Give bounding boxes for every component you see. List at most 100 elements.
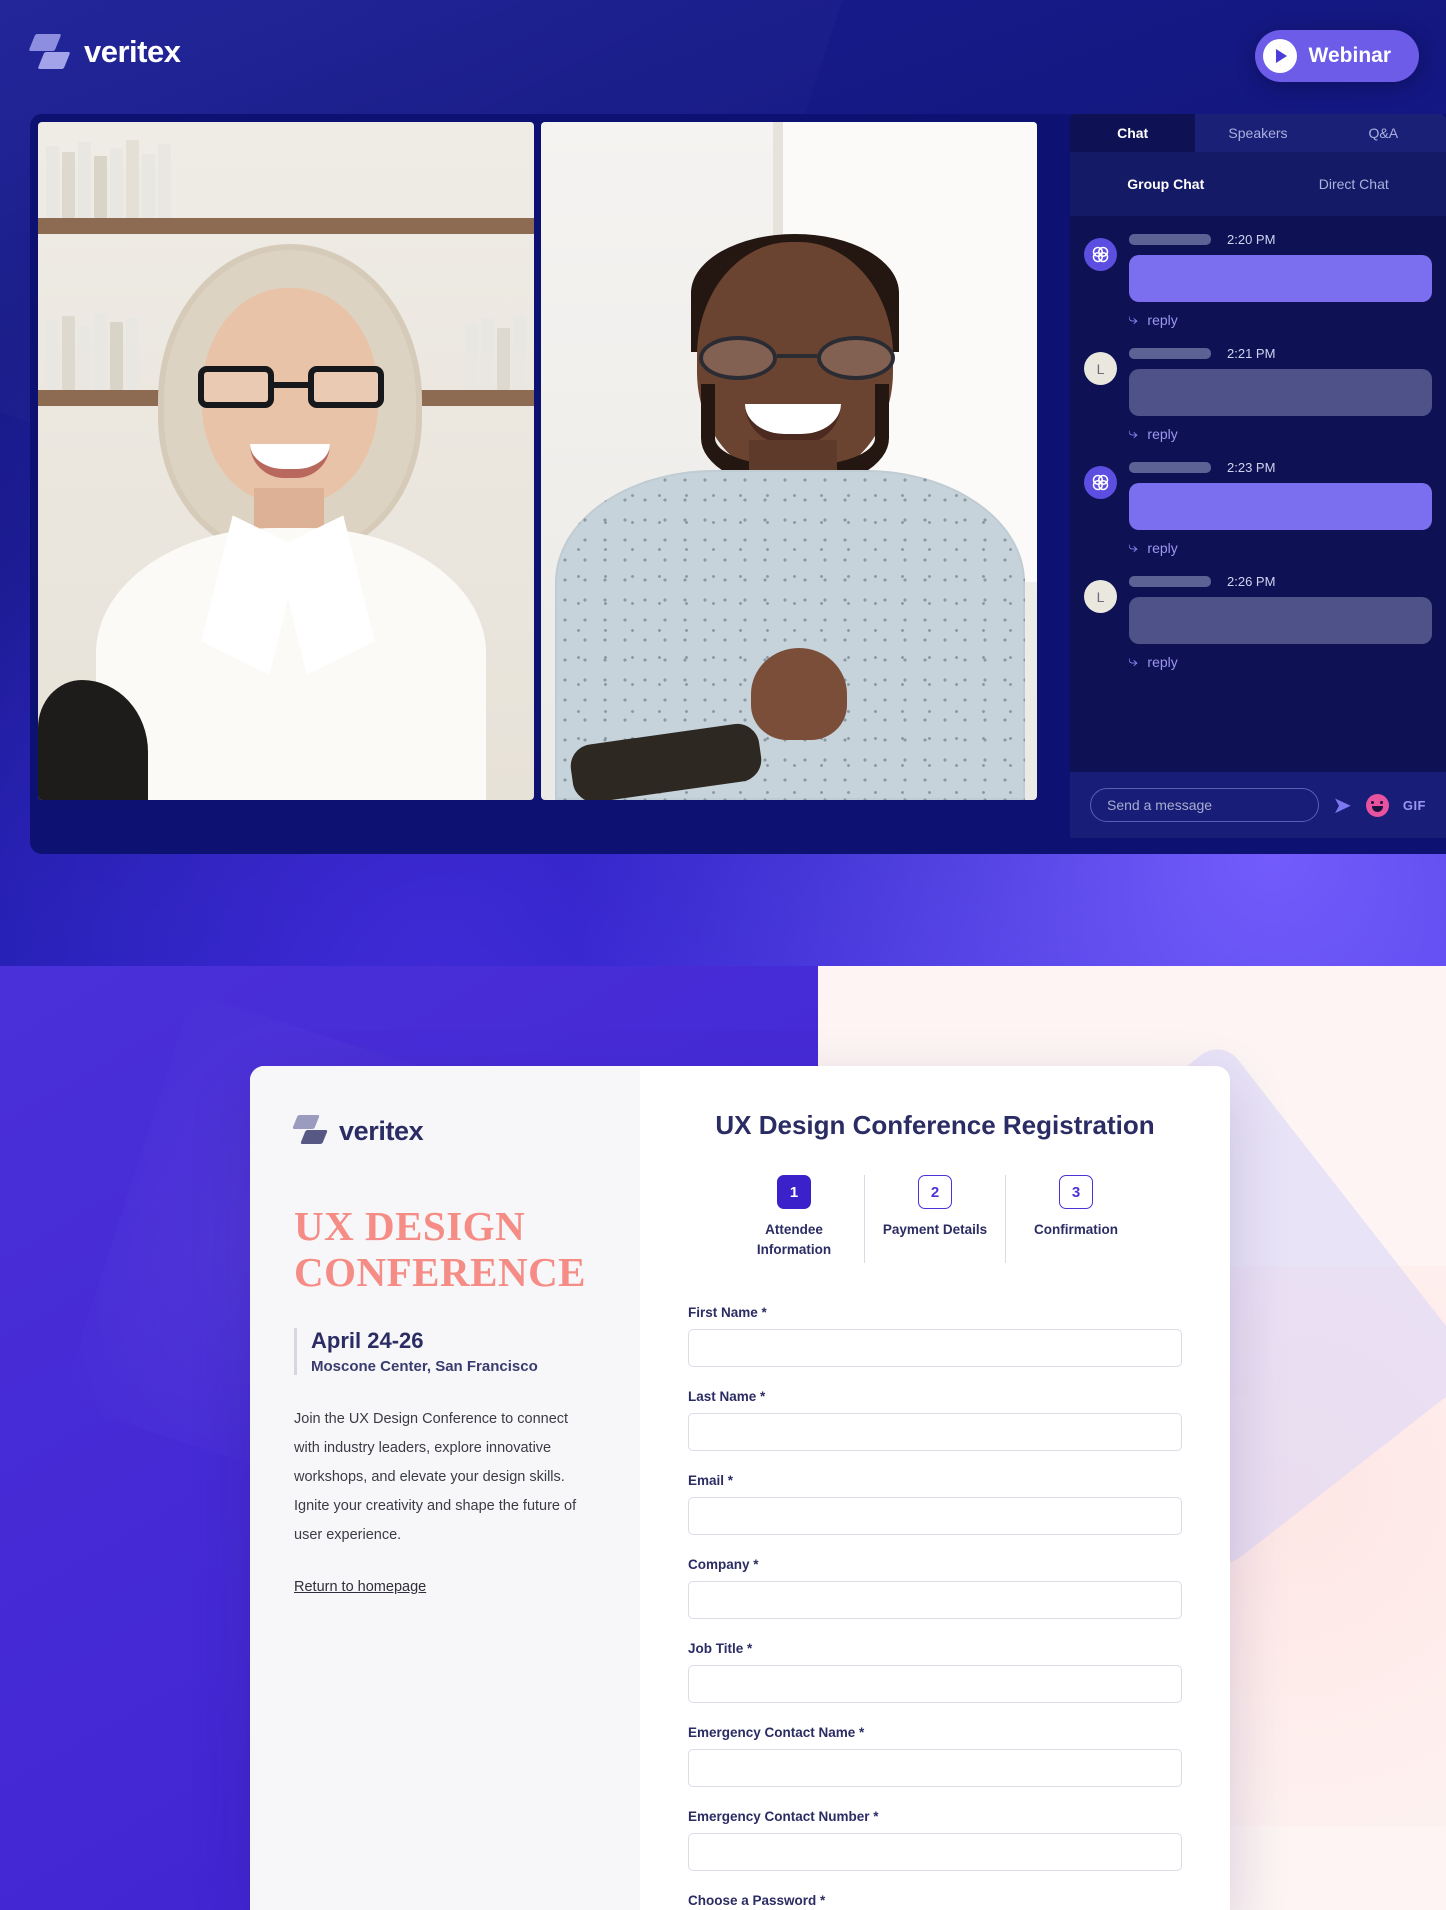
registration-brand-name: veritex — [339, 1115, 424, 1146]
step-divider — [864, 1175, 865, 1263]
step-label: Confirmation — [1034, 1222, 1118, 1237]
brand-name: veritex — [84, 34, 181, 69]
play-icon — [1262, 39, 1297, 73]
first-name-input[interactable] — [688, 1329, 1182, 1367]
email-input[interactable] — [688, 1497, 1182, 1535]
sender-name-placeholder — [1129, 348, 1211, 359]
message-time: 2:23 PM — [1227, 460, 1276, 475]
step-payment-details[interactable]: 2 Payment Details — [869, 1175, 1001, 1240]
chat-tabs: Chat Speakers Q&A — [1070, 114, 1446, 152]
registration-form-panel: UX Design Conference Registration 1 Atte… — [640, 1066, 1230, 1910]
field-label: Email * — [688, 1473, 734, 1488]
tab-chat-label: Chat — [1117, 125, 1149, 141]
form-title: UX Design Conference Registration — [715, 1110, 1155, 1140]
event-title: UX DESIGN CONFERENCE — [294, 1203, 587, 1295]
tab-qa[interactable]: Q&A — [1320, 114, 1446, 152]
tab-speakers[interactable]: Speakers — [1195, 114, 1321, 152]
field-company: Company * — [688, 1557, 1182, 1619]
tab-speakers-label: Speakers — [1228, 125, 1288, 141]
step-attendee-information[interactable]: 1 Attendee Information — [728, 1175, 860, 1259]
field-email: Email * — [688, 1473, 1182, 1535]
return-to-homepage-link[interactable]: Return to homepage — [294, 1579, 426, 1595]
avatar-badge-icon — [1084, 238, 1117, 271]
reply-label: reply — [1147, 311, 1178, 328]
field-last-name: Last Name * — [688, 1389, 1182, 1451]
step-number: 2 — [918, 1175, 952, 1209]
step-indicator: 1 Attendee Information 2 Payment Details… — [688, 1175, 1182, 1263]
sender-name-placeholder — [1129, 576, 1211, 587]
step-label: Payment Details — [882, 1222, 988, 1237]
emoji-icon[interactable] — [1365, 793, 1389, 817]
step-divider — [1005, 1175, 1006, 1263]
event-when: April 24-26 Moscone Center, San Francisc… — [294, 1327, 596, 1375]
webinar-button[interactable]: Webinar — [1254, 30, 1419, 82]
brand-logo[interactable]: veritex — [28, 32, 181, 72]
field-label: Last Name * — [688, 1389, 766, 1404]
step-label: Attendee Information — [756, 1222, 832, 1257]
avatar-badge-icon — [1084, 466, 1117, 499]
chat-message: L 2:21 PM ⤷ reply — [1084, 346, 1432, 442]
reply-action[interactable]: ⤷ reply — [1128, 653, 1432, 670]
sender-name-placeholder — [1129, 462, 1211, 473]
chat-subtabs: Group Chat Direct Chat — [1070, 152, 1446, 216]
gif-icon[interactable]: GIF — [1403, 798, 1426, 813]
field-password: Choose a Password * — [688, 1893, 1182, 1910]
field-label: Choose a Password * — [688, 1893, 826, 1908]
chat-panel: Chat Speakers Q&A Group Chat Direct Chat — [1070, 114, 1446, 838]
webinar-section: veritex Webinar Chat Speakers Q&A Group … — [0, 0, 1446, 966]
message-time: 2:20 PM — [1227, 232, 1276, 247]
reply-action[interactable]: ⤷ reply — [1128, 311, 1432, 328]
step-number: 1 — [777, 1175, 811, 1209]
reply-label: reply — [1147, 539, 1178, 556]
job-title-input[interactable] — [688, 1665, 1182, 1703]
registration-brand-logo[interactable]: veritex — [292, 1114, 596, 1148]
step-number: 3 — [1059, 1175, 1093, 1209]
event-dates: April 24-26 — [311, 1327, 424, 1353]
tab-qa-label: Q&A — [1368, 125, 1399, 141]
reply-action[interactable]: ⤷ reply — [1128, 425, 1432, 442]
message-bubble — [1129, 369, 1432, 416]
field-emergency-contact-name: Emergency Contact Name * — [688, 1725, 1182, 1787]
webinar-button-label: Webinar — [1308, 44, 1391, 67]
video-tile-participant-2[interactable] — [541, 122, 1037, 800]
field-label: Company * — [688, 1557, 759, 1572]
registration-info-panel: veritex UX DESIGN CONFERENCE April 24-26… — [250, 1066, 640, 1910]
tab-chat[interactable]: Chat — [1070, 114, 1196, 152]
subtab-group-chat[interactable]: Group Chat — [1127, 176, 1204, 192]
page-root: veritex Webinar Chat Speakers Q&A Group … — [0, 0, 1446, 1910]
chat-message-list[interactable]: 2:20 PM ⤷ reply L 2:21 PM ⤷ reply 2:23 P… — [1070, 216, 1446, 772]
veritex-logo-icon — [292, 1114, 328, 1148]
veritex-logo-icon — [28, 32, 71, 72]
message-time: 2:21 PM — [1227, 346, 1276, 361]
field-label: First Name * — [688, 1305, 767, 1320]
reply-action[interactable]: ⤷ reply — [1128, 539, 1432, 556]
field-job-title: Job Title * — [688, 1641, 1182, 1703]
last-name-input[interactable] — [688, 1413, 1182, 1451]
send-icon[interactable]: ➤ — [1333, 792, 1352, 819]
registration-card: veritex UX DESIGN CONFERENCE April 24-26… — [250, 1066, 1230, 1910]
event-venue: Moscone Center, San Francisco — [311, 1357, 538, 1375]
company-input[interactable] — [688, 1581, 1182, 1619]
event-description: Join the UX Design Conference to connect… — [294, 1410, 577, 1543]
chat-message: L 2:26 PM ⤷ reply — [1084, 574, 1432, 670]
step-confirmation[interactable]: 3 Confirmation — [1010, 1175, 1142, 1240]
reply-arrow-icon: ⤷ — [1128, 539, 1139, 556]
reply-arrow-icon: ⤷ — [1128, 653, 1139, 670]
emergency-contact-number-input[interactable] — [688, 1833, 1182, 1871]
reply-label: reply — [1147, 653, 1178, 670]
message-input[interactable] — [1090, 788, 1319, 822]
reply-arrow-icon: ⤷ — [1128, 311, 1139, 328]
video-tile-participant-1[interactable] — [38, 122, 534, 800]
message-bubble — [1129, 255, 1432, 302]
subtab-direct-chat[interactable]: Direct Chat — [1319, 176, 1389, 192]
message-bubble — [1129, 483, 1432, 530]
field-label: Emergency Contact Name * — [688, 1725, 865, 1740]
reply-label: reply — [1147, 425, 1178, 442]
video-grid — [38, 122, 1038, 800]
field-label: Emergency Contact Number * — [688, 1809, 879, 1824]
field-label: Job Title * — [688, 1641, 753, 1656]
emergency-contact-name-input[interactable] — [688, 1749, 1182, 1787]
reply-arrow-icon: ⤷ — [1128, 425, 1139, 442]
message-time: 2:26 PM — [1227, 574, 1276, 589]
sender-name-placeholder — [1129, 234, 1211, 245]
